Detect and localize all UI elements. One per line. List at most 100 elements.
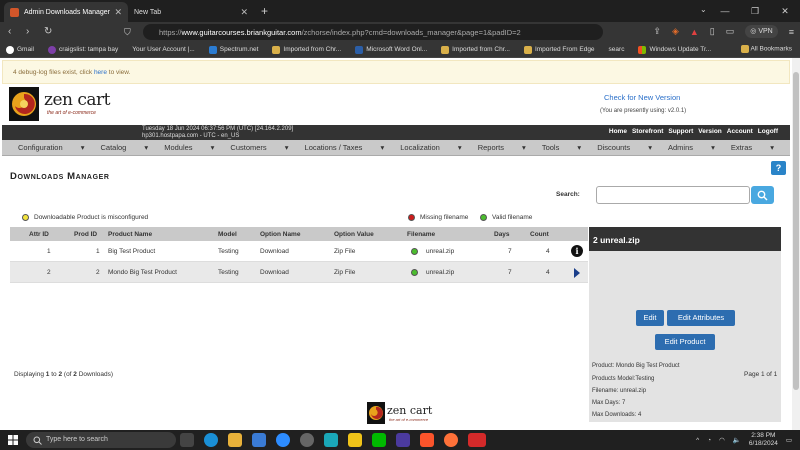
recorder-app-icon[interactable]	[468, 433, 486, 447]
vpn-button[interactable]: ◎ VPN	[745, 25, 778, 38]
footer-zencart-logo[interactable]: zen cart the art of e-commerce	[367, 402, 437, 424]
menu-icon[interactable]: ≡	[789, 27, 794, 37]
infobox-filename: Filename: unreal.zip	[592, 388, 647, 394]
bookmark-folder[interactable]: Imported from Chr...	[272, 45, 341, 54]
new-tab-plus-icon[interactable]: +	[261, 4, 268, 18]
brave-browser-icon[interactable]	[420, 433, 434, 447]
wallet-icon[interactable]: ▭	[726, 26, 735, 37]
edit-button[interactable]: Edit	[636, 310, 664, 326]
bookmark-craigslist[interactable]: craigslist: tampa bay	[47, 45, 118, 54]
bookmark-spectrum[interactable]: Spectrum.net	[208, 45, 258, 54]
valid-filename-dot-icon	[411, 269, 418, 276]
back-arrow-icon[interactable]: ‹	[8, 25, 11, 39]
brave-rewards-icon[interactable]: ▲	[690, 27, 699, 37]
bookmark-user-account[interactable]: Your User Account |...	[132, 46, 195, 53]
share-icon[interactable]: ⇪	[653, 26, 661, 37]
forward-arrow-icon[interactable]: ›	[26, 25, 29, 39]
col-product-name[interactable]: Product Name	[108, 231, 152, 238]
notepad-app-icon[interactable]	[396, 433, 410, 447]
header-link-storefront[interactable]: Storefront	[632, 128, 663, 135]
minimize-icon[interactable]: —	[710, 0, 740, 22]
notifications-icon[interactable]: ▭	[786, 436, 792, 444]
table-row[interactable]: 1 1 Big Test Product Testing Download Zi…	[10, 241, 588, 262]
header-link-account[interactable]: Account	[727, 128, 753, 135]
edge-icon[interactable]	[204, 433, 218, 447]
search-button[interactable]	[751, 186, 774, 204]
bookmark-windows-update[interactable]: Windows Update Tr...	[638, 45, 711, 54]
line-app-icon[interactable]	[348, 433, 362, 447]
menu-locations-taxes[interactable]: Locations / Taxes ▾	[305, 143, 385, 152]
info-icon[interactable]: i	[571, 245, 583, 257]
col-option-value[interactable]: Option Value	[334, 231, 374, 238]
brave-shield-icon[interactable]: ◈	[672, 26, 679, 37]
browser-toolbar: ‹ › ↻ ⛉ https://www.guitarcourses.briank…	[0, 22, 800, 42]
page-scrollbar[interactable]	[792, 58, 800, 430]
bookmark-folder[interactable]: Imported from Chr...	[441, 45, 510, 54]
menu-admins[interactable]: Admins ▾	[668, 143, 715, 152]
settings-gear-icon[interactable]	[300, 433, 314, 447]
wifi-icon[interactable]: ◠	[719, 436, 725, 444]
col-count[interactable]: Count	[530, 231, 549, 238]
bookmark-word-online[interactable]: Microsoft Word Onl...	[355, 45, 427, 54]
zoom-icon[interactable]	[276, 433, 290, 447]
menu-extras[interactable]: Extras ▾	[731, 143, 774, 152]
col-option-name[interactable]: Option Name	[260, 231, 300, 238]
taskbar-clock[interactable]: 2:38 PM 6/18/2024	[749, 432, 778, 448]
task-view-icon[interactable]	[180, 433, 194, 447]
close-tab-icon[interactable]: ✕	[114, 7, 122, 18]
file-explorer-icon[interactable]	[228, 433, 242, 447]
col-model[interactable]: Model	[218, 231, 237, 238]
address-bar[interactable]: https://www.guitarcourses.briankguitar.c…	[143, 24, 603, 40]
col-days[interactable]: Days	[494, 231, 510, 238]
tab-admin-downloads-manager[interactable]: Admin Downloads Manager ✕	[4, 2, 128, 22]
menu-modules[interactable]: Modules ▾	[164, 143, 214, 152]
header-link-home[interactable]: Home	[609, 128, 627, 135]
tab-new-tab[interactable]: New Tab ✕	[128, 2, 254, 22]
header-link-support[interactable]: Support	[668, 128, 693, 135]
menu-customers[interactable]: Customers ▾	[230, 143, 288, 152]
store-icon[interactable]	[252, 433, 266, 447]
maximize-icon[interactable]: ❐	[740, 0, 770, 22]
close-window-icon[interactable]: ✕	[770, 0, 800, 22]
edit-product-button[interactable]: Edit Product	[655, 334, 715, 350]
table-row-selected[interactable]: 2 2 Mondo Big Test Product Testing Downl…	[10, 262, 588, 283]
menu-localization[interactable]: Localization ▾	[400, 143, 461, 152]
terminal-app-icon[interactable]	[324, 433, 338, 447]
bookmark-gmail[interactable]: Gmail	[6, 45, 34, 54]
word-icon	[355, 45, 364, 54]
search-input[interactable]	[596, 186, 750, 204]
menu-discounts[interactable]: Discounts ▾	[597, 143, 652, 152]
col-filename[interactable]: Filename	[407, 231, 435, 238]
close-tab-icon[interactable]: ✕	[240, 7, 248, 18]
header-link-logoff[interactable]: Logoff	[758, 128, 778, 135]
header-link-version[interactable]: Version	[698, 128, 721, 135]
zencart-logo[interactable]: zen cart the art of e-commerce	[9, 87, 119, 121]
bookmark-page-icon[interactable]: ⛉	[124, 25, 131, 39]
menu-reports[interactable]: Reports ▾	[478, 143, 526, 152]
menu-configuration[interactable]: Configuration ▾	[18, 143, 84, 152]
sidebar-toggle-icon[interactable]: ▯	[710, 26, 715, 37]
tab-search-chevron-icon[interactable]: ⌄	[700, 5, 707, 14]
menu-tools[interactable]: Tools ▾	[542, 143, 581, 152]
edit-attributes-button[interactable]: Edit Attributes	[667, 310, 735, 326]
infobox-model: Products Model:Testing	[592, 376, 655, 382]
col-prod-id[interactable]: Prod ID	[74, 231, 97, 238]
all-bookmarks[interactable]: All Bookmarks	[741, 45, 792, 53]
windows-start-icon[interactable]	[8, 435, 18, 445]
zencart-swirl-icon	[9, 87, 39, 121]
tray-chevron-icon[interactable]: ^	[696, 437, 699, 444]
line-app-icon[interactable]	[372, 433, 386, 447]
firefox-icon[interactable]	[444, 433, 458, 447]
taskbar-search-input[interactable]: Type here to search	[26, 432, 176, 448]
network-icon[interactable]: ◔	[707, 437, 711, 444]
help-question-icon[interactable]: ?	[771, 161, 786, 175]
menu-catalog[interactable]: Catalog ▾	[100, 143, 148, 152]
debug-log-link[interactable]: here	[94, 69, 107, 76]
check-new-version-link[interactable]: Check for New Version	[604, 93, 680, 102]
debug-log-alert: 4 debug-log files exist, click here to v…	[2, 60, 790, 84]
col-attr-id[interactable]: Attr ID	[29, 231, 49, 238]
volume-icon[interactable]: 🔈	[733, 436, 741, 444]
bookmark-folder[interactable]: Imported From Edge	[523, 45, 595, 54]
reload-icon[interactable]: ↻	[44, 25, 52, 39]
bookmark-search[interactable]: searc	[609, 46, 625, 53]
